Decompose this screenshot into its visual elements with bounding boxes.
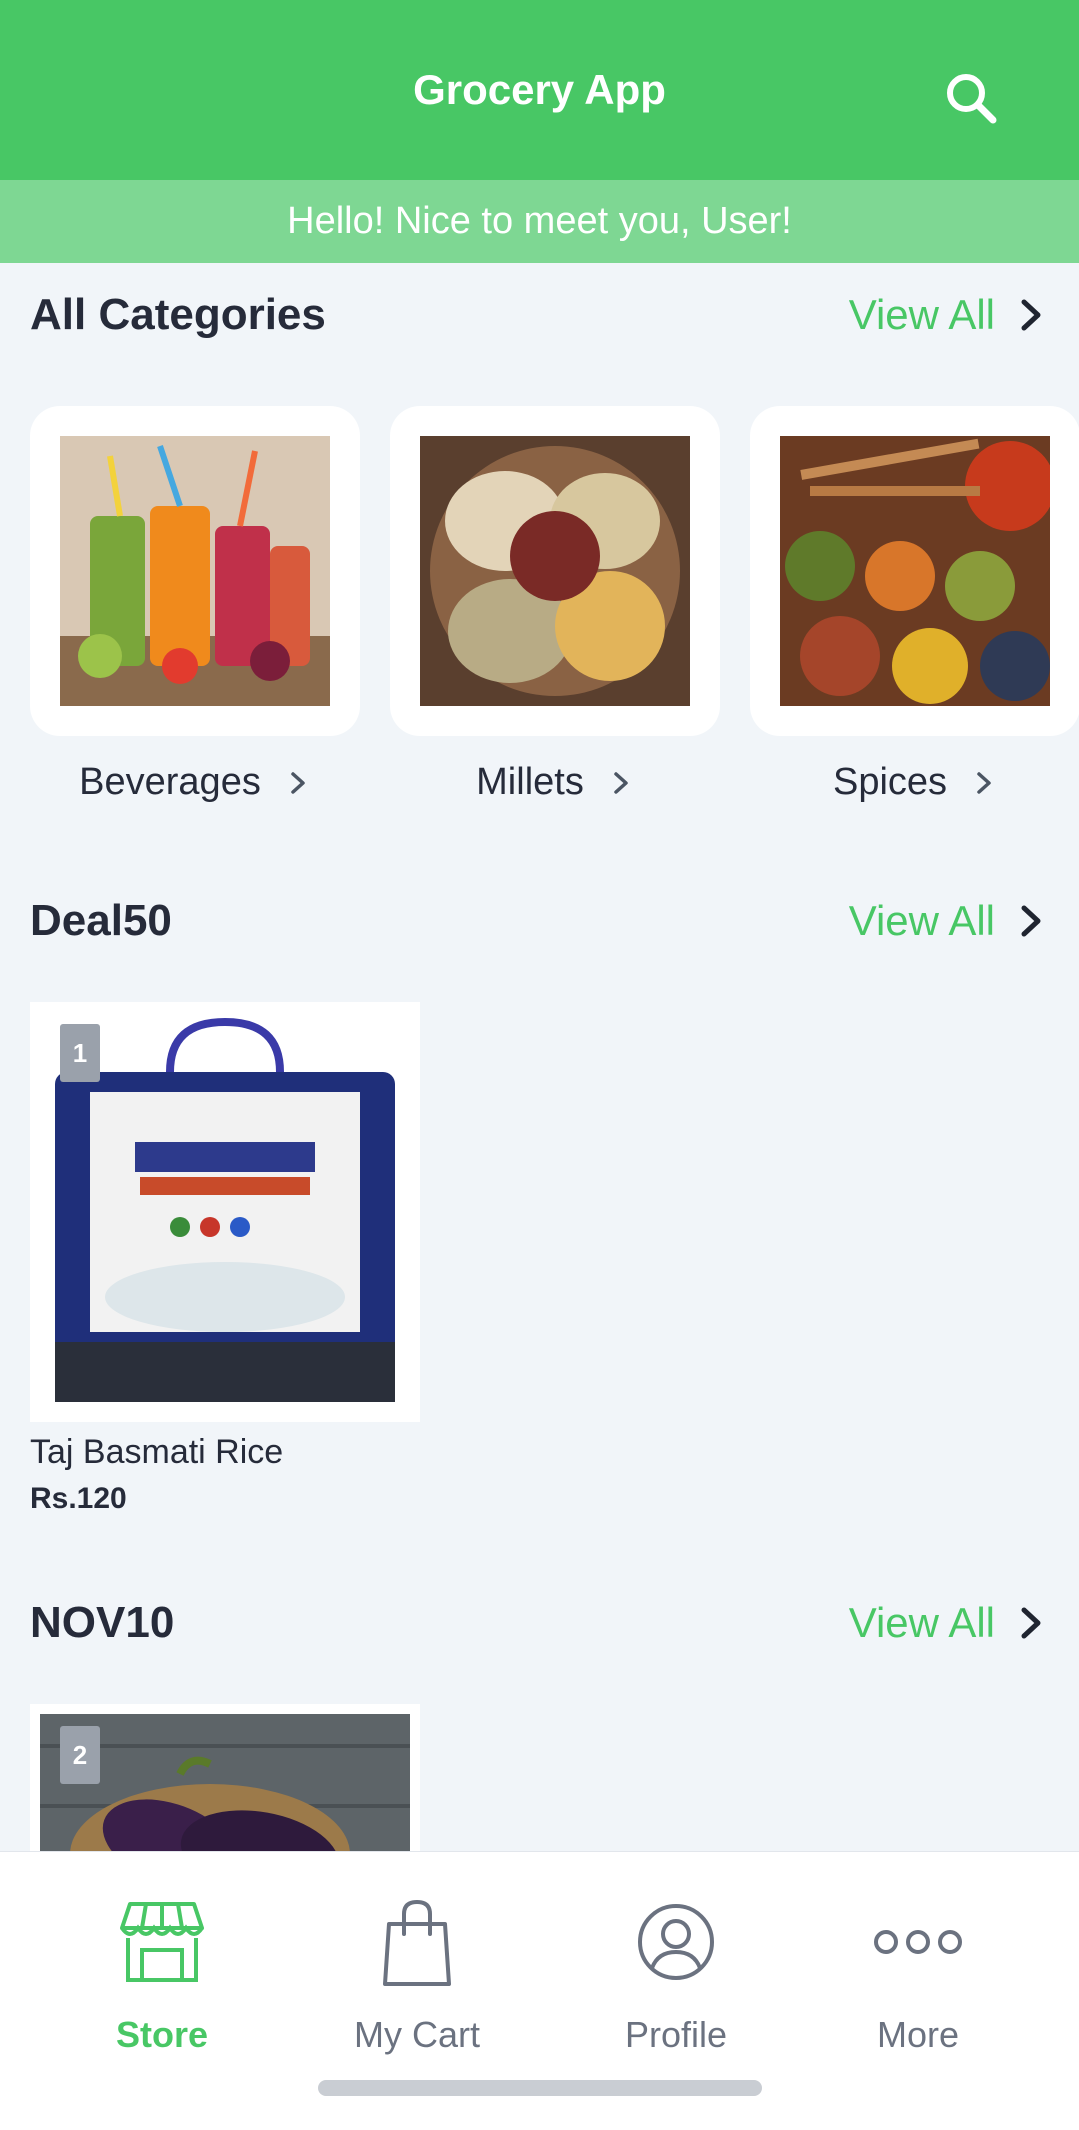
categories-view-all-button[interactable]: View All	[849, 291, 1049, 339]
deal50-header: Deal50 View All	[30, 891, 1049, 951]
store-icon	[120, 1902, 204, 1982]
more-dots-icon	[874, 1930, 962, 1954]
tab-label: Store	[115, 2014, 209, 2055]
categories-carousel[interactable]: Beverages Millets Spices	[30, 406, 1079, 803]
deal50-view-all-button[interactable]: View All	[849, 897, 1049, 945]
tab-label: My Cart	[354, 2014, 480, 2055]
deal50-title: Deal50	[30, 896, 172, 945]
chevron-right-icon	[1021, 299, 1041, 331]
app-title: Grocery App	[413, 66, 666, 113]
user-icon	[638, 1904, 714, 1980]
category-label-millets[interactable]: Millets	[390, 761, 720, 804]
product-name[interactable]: Taj Basmati Rice	[30, 1433, 283, 1472]
view-all-label: View All	[848, 291, 995, 338]
search-icon	[947, 74, 997, 124]
category-label-spices[interactable]: Spices	[750, 761, 1079, 804]
home-indicator[interactable]	[318, 2080, 762, 2096]
category-card-spices[interactable]	[750, 406, 1079, 736]
tab-profile[interactable]: Profile	[566, 1892, 786, 2062]
category-name: Spices	[832, 761, 948, 803]
chevron-right-icon	[614, 771, 628, 794]
product-price: Rs.120	[30, 1482, 127, 1515]
chevron-right-icon	[1021, 1607, 1041, 1639]
chevron-right-icon	[1021, 905, 1041, 937]
product-index-badge: 2	[60, 1726, 100, 1784]
chevron-right-icon	[291, 771, 305, 794]
tab-store[interactable]: Store	[52, 1892, 272, 2062]
app-header: Grocery App	[0, 0, 1079, 180]
category-card-millets[interactable]	[390, 406, 720, 736]
tab-label: Profile	[624, 2014, 728, 2055]
categories-title: All Categories	[30, 290, 326, 339]
search-button[interactable]	[943, 70, 999, 126]
shopping-bag-icon	[383, 1899, 451, 1986]
category-label-beverages[interactable]: Beverages	[30, 761, 360, 804]
product-card-eggplant[interactable]: 2	[30, 1704, 420, 1851]
nov10-header: NOV10 View All	[30, 1593, 1049, 1653]
categories-header: All Categories View All	[30, 285, 1049, 345]
product-card-taj-basmati-rice[interactable]: 1	[30, 1002, 420, 1422]
tab-more[interactable]: More	[808, 1892, 1028, 2062]
greeting-banner: Hello! Nice to meet you, User!	[0, 180, 1079, 263]
product-index-badge: 1	[60, 1024, 100, 1082]
beverages-image	[60, 436, 330, 706]
category-name: Beverages	[79, 761, 261, 803]
tab-label: More	[876, 2014, 960, 2055]
category-card-beverages[interactable]	[30, 406, 360, 736]
category-name: Millets	[476, 761, 584, 803]
main-content[interactable]: All Categories View All Beverages Millet…	[0, 263, 1079, 1851]
view-all-label: View All	[848, 897, 995, 944]
tab-my-cart[interactable]: My Cart	[307, 1892, 527, 2062]
millets-image	[420, 436, 690, 706]
view-all-label: View All	[848, 1599, 995, 1646]
spices-image	[780, 436, 1050, 706]
nov10-view-all-button[interactable]: View All	[849, 1599, 1049, 1647]
chevron-right-icon	[977, 771, 991, 794]
nov10-title: NOV10	[30, 1598, 175, 1647]
